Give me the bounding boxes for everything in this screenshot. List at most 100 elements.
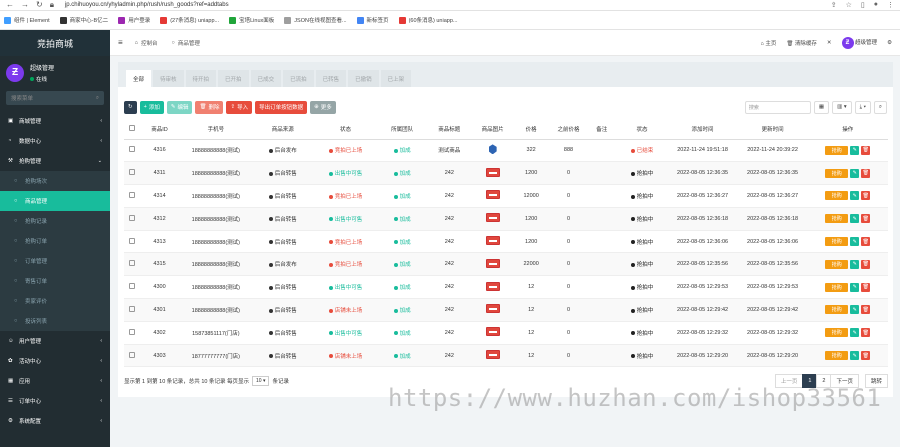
goods-thumbnail[interactable] — [485, 190, 500, 200]
sidebar-item[interactable]: ⚒ 抢购管理 ⌄ — [0, 151, 110, 171]
sidebar-item[interactable]: ○ 投诉列表 — [0, 311, 110, 331]
sidebar-item[interactable]: ◔ 数据中心 ‹ — [0, 131, 110, 151]
column-header[interactable]: 商品ID — [140, 119, 179, 140]
delete-icon[interactable]: 🗑 — [861, 328, 871, 338]
sidebar-item[interactable]: ○ 抢购记录 — [0, 211, 110, 231]
sidebar-item[interactable]: ○ 抢购场次 — [0, 171, 110, 191]
delete-icon[interactable]: 🗑 — [861, 168, 871, 178]
rush-button[interactable]: 抢购 — [825, 328, 849, 338]
table-row[interactable]: 4313 18888888888(测试) 后台转售 竞拍已上场 加成 242 1200 0 抢拍… — [124, 230, 888, 254]
delete-button[interactable]: 🗑︎ 删除 — [195, 100, 224, 114]
edit-icon[interactable]: ✎ — [850, 168, 860, 178]
sidebar-item[interactable]: ○ 商品管理 — [0, 191, 110, 211]
select-all-checkbox[interactable] — [129, 124, 136, 131]
column-header[interactable]: 所属团队 — [378, 119, 426, 140]
tab-goods[interactable]: ○ 商品管理 — [172, 39, 200, 47]
sidebar-toggle-button[interactable]: ≡ — [118, 38, 123, 47]
goods-thumbnail[interactable] — [485, 213, 500, 223]
status-tab[interactable]: 已撤销 — [348, 70, 379, 87]
bookmark-item[interactable]: 宝塔Linux面板 — [229, 16, 274, 24]
profile-icon[interactable]: ● — [874, 1, 878, 9]
refresh-button[interactable]: ↻ — [124, 100, 137, 114]
reload-icon[interactable]: ↻ — [36, 1, 43, 9]
search-icon[interactable]: ⌕ — [96, 95, 99, 102]
delete-icon[interactable]: 🗑 — [861, 237, 871, 247]
goods-thumbnail[interactable] — [485, 304, 500, 314]
fullscreen-icon[interactable]: ✕ — [827, 40, 832, 46]
home-link[interactable]: ⌂ 主页 — [761, 39, 777, 47]
tab-dashboard[interactable]: ⌂ 控制台 — [135, 39, 158, 47]
table-row[interactable]: 4302 15873851117(门店) 后台转售 出售中可售 加成 242 12 0 抢拍中 2… — [124, 321, 888, 345]
row-checkbox[interactable] — [129, 328, 136, 335]
admin-menu[interactable]: Ƶ 超级管理 — [841, 36, 877, 49]
more-button[interactable]: ⊕ 更多 — [310, 100, 336, 114]
bookmark-item[interactable]: 用户登录 — [118, 16, 150, 24]
edit-icon[interactable]: ✎ — [850, 214, 860, 224]
table-row[interactable]: 4300 18888888888(测试) 后台转售 出售中可售 加成 242 12 0 抢拍中 2… — [124, 275, 888, 300]
star-icon[interactable]: ☆ — [846, 1, 852, 9]
edit-button[interactable]: ✎ 编辑 — [166, 100, 193, 114]
column-header[interactable]: 价格 — [512, 119, 550, 140]
goods-thumbnail[interactable] — [485, 281, 500, 291]
sidebar-item[interactable]: ☰ 订单中心 ‹ — [0, 391, 110, 411]
edit-icon[interactable]: ✎ — [850, 145, 860, 155]
status-tab[interactable]: 全部 — [126, 70, 152, 87]
sidebar-item[interactable]: ✿ 活动中心 ‹ — [0, 351, 110, 371]
goods-thumbnail[interactable] — [488, 144, 497, 155]
column-header[interactable]: 商品来源 — [253, 119, 313, 140]
bookmark-item[interactable]: (60条消息) uniapp... — [398, 16, 457, 24]
column-header[interactable]: 状态 — [312, 119, 379, 140]
goods-thumbnail[interactable] — [485, 327, 500, 337]
rush-button[interactable]: 抢购 — [825, 351, 849, 361]
row-checkbox[interactable] — [129, 237, 136, 244]
goods-thumbnail[interactable] — [485, 167, 500, 177]
rush-button[interactable]: 抢购 — [825, 191, 849, 201]
delete-icon[interactable]: 🗑 — [861, 145, 871, 155]
rush-button[interactable]: 抢购 — [825, 305, 849, 315]
delete-icon[interactable]: 🗑 — [861, 351, 871, 361]
sidebar-toggle-icon[interactable]: ▯ — [861, 1, 865, 9]
table-row[interactable]: 4303 18777777777(门店) 后台转售 店铺未上场 加成 242 12 0 抢拍中 2… — [124, 344, 888, 368]
row-checkbox[interactable] — [129, 214, 136, 221]
status-tab[interactable]: 已开拍 — [218, 70, 249, 87]
row-checkbox[interactable] — [129, 260, 136, 267]
menu-icon[interactable]: ⋮ — [887, 1, 894, 9]
bookmark-item[interactable]: JSON在线视图查看... — [284, 16, 347, 24]
delete-icon[interactable]: 🗑 — [861, 305, 871, 315]
row-checkbox[interactable] — [129, 305, 136, 312]
column-header[interactable]: 操作 — [807, 119, 888, 140]
column-header[interactable]: 手机号 — [178, 119, 254, 140]
columns-icon[interactable]: ▥ ▾ — [832, 100, 852, 114]
back-icon[interactable]: ← — [6, 1, 14, 9]
brand-logo-text[interactable]: 竞拍商城 — [0, 30, 110, 56]
address-bar[interactable]: jp.chihuoyou.cn/yhyladmin.php/rush/rush_… — [61, 1, 321, 9]
sidebar-item[interactable]: ○ 卖家评价 — [0, 291, 110, 311]
status-tab[interactable]: 已转售 — [315, 70, 347, 87]
column-header[interactable]: 商品标题 — [425, 119, 473, 140]
bookmark-item[interactable]: 商家中心-B亿二 — [59, 16, 108, 24]
sidebar-item[interactable]: ▦ 应用 ‹ — [0, 371, 110, 391]
rush-button[interactable]: 抢购 — [825, 237, 849, 247]
status-tab[interactable]: 待开拍 — [185, 70, 217, 87]
forward-icon[interactable]: → — [21, 1, 29, 9]
edit-icon[interactable]: ✎ — [850, 328, 860, 338]
goods-thumbnail[interactable] — [485, 236, 500, 246]
column-header[interactable]: 备注 — [587, 119, 617, 140]
edit-icon[interactable]: ✎ — [850, 282, 860, 292]
search-icon[interactable]: ⌕ — [873, 100, 887, 114]
sidebar-item[interactable]: ○ 订单管理 — [0, 251, 110, 271]
table-row[interactable]: 4311 18888888888(测试) 后台转售 出售中可售 加成 242 1200 0 抢拍… — [124, 161, 888, 186]
sidebar-item[interactable]: ⚙ 系统配置 ‹ — [0, 411, 110, 431]
clear-cache-button[interactable]: 🗑︎ 清除缓存 — [786, 39, 817, 47]
column-header[interactable]: 之前价格 — [549, 119, 588, 140]
table-row[interactable]: 4316 18888888888(测试) 后台发布 竞拍已上场 加成 测试商品 322 888… — [124, 139, 888, 163]
delete-icon[interactable]: 🗑 — [861, 191, 871, 201]
column-header[interactable]: 更新时间 — [737, 119, 808, 140]
share-icon[interactable]: ⇪ — [831, 1, 837, 9]
table-row[interactable]: 4315 18888888888(测试) 后台发布 竞拍已上场 加成 242 22000 0 抢… — [124, 252, 888, 277]
row-checkbox[interactable] — [129, 351, 136, 358]
rush-button[interactable]: 抢购 — [825, 214, 849, 224]
table-row[interactable]: 4314 18888888888(测试) 后台转售 竞拍已上场 加成 242 12000 0 抢… — [124, 184, 888, 208]
sidebar-item[interactable]: ▣ 商城管理 ‹ — [0, 111, 110, 131]
status-tab[interactable]: 已流拍 — [283, 70, 314, 87]
